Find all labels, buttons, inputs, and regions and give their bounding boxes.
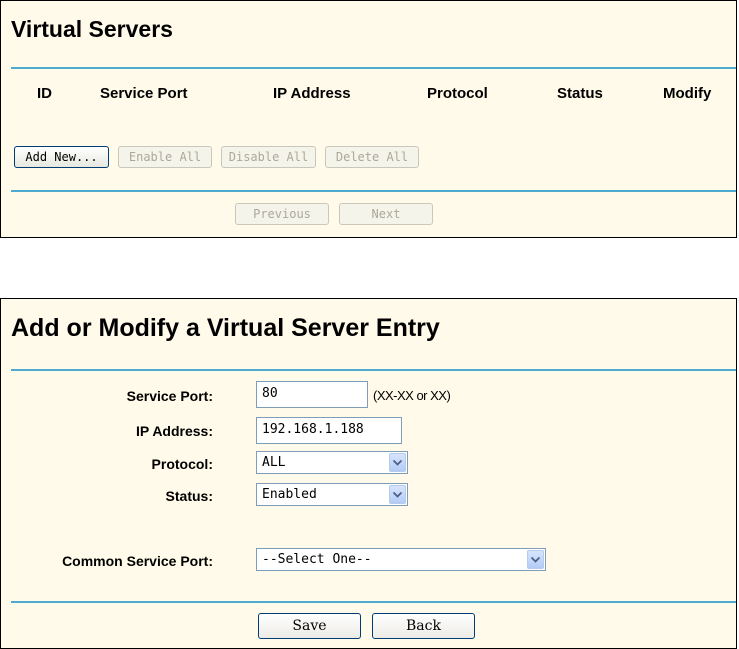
previous-button[interactable]: Previous (235, 203, 329, 225)
ip-address-input[interactable]: 192.168.1.188 (256, 417, 402, 444)
virtual-servers-panel: Virtual Servers ID Service Port IP Addre… (0, 0, 737, 238)
entry-form-panel: Add or Modify a Virtual Server Entry Ser… (0, 298, 737, 649)
status-value: Enabled (262, 487, 317, 502)
add-new-button[interactable]: Add New... (14, 146, 109, 168)
status-select[interactable]: Enabled (256, 483, 408, 506)
form-title: Add or Modify a Virtual Server Entry (11, 314, 440, 342)
column-header-status: Status (557, 85, 603, 102)
disable-all-button[interactable]: Disable All (221, 146, 316, 168)
back-button[interactable]: Back (372, 613, 475, 639)
chevron-down-icon[interactable] (389, 453, 406, 472)
common-service-port-select[interactable]: --Select One-- (256, 548, 546, 571)
column-header-id: ID (37, 85, 52, 102)
save-button[interactable]: Save (258, 613, 361, 639)
page-title: Virtual Servers (11, 16, 173, 42)
next-button[interactable]: Next (339, 203, 433, 225)
chevron-down-icon[interactable] (527, 550, 544, 569)
delete-all-button[interactable]: Delete All (325, 146, 419, 168)
column-header-protocol: Protocol (427, 85, 488, 102)
service-port-label: Service Port: (126, 388, 213, 404)
column-header-ip-address: IP Address (273, 85, 351, 102)
column-header-modify: Modify (663, 85, 712, 102)
divider (11, 369, 736, 371)
protocol-value: ALL (262, 455, 286, 470)
service-port-hint: (XX-XX or XX) (373, 388, 451, 403)
common-service-port-label: Common Service Port: (62, 553, 213, 569)
service-port-input[interactable]: 80 (256, 381, 368, 408)
protocol-label: Protocol: (151, 456, 213, 472)
divider (11, 190, 736, 192)
common-service-port-value: --Select One-- (262, 552, 372, 567)
divider (11, 67, 736, 69)
enable-all-button[interactable]: Enable All (118, 146, 212, 168)
protocol-select[interactable]: ALL (256, 451, 408, 474)
ip-address-label: IP Address: (135, 423, 213, 439)
divider (11, 601, 736, 603)
chevron-down-icon[interactable] (389, 485, 406, 504)
column-header-service-port: Service Port (100, 85, 188, 102)
status-label: Status: (165, 488, 213, 504)
